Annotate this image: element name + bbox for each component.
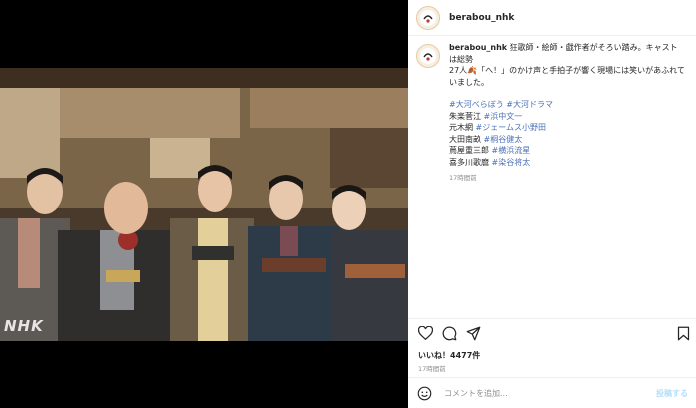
post-header: berabou_nhk	[408, 0, 696, 36]
caption-text: berabou_nhk 狂歌師・絵師・戯作者がそろい踏み。キャストは総勢 27人…	[449, 42, 685, 185]
credit-role: 蔦屋重三郎	[449, 146, 489, 155]
save-button[interactable]	[674, 324, 692, 342]
share-icon	[466, 326, 480, 340]
credit-actor-link[interactable]: #染谷将太	[492, 158, 531, 167]
like-count[interactable]: いいね！4477件	[418, 350, 480, 361]
credit-line: 元木網 #ジェームス小野田	[449, 122, 685, 134]
credit-role: 大田南畝	[449, 134, 481, 144]
caption-line-2: 27人🍂「へ！」のかけ声と手拍子が響く現場には笑いがあふれて	[449, 66, 685, 75]
credit-line: 喜多川歌麿 #染谷将太	[449, 157, 685, 169]
comment-input[interactable]	[444, 388, 656, 398]
like-button[interactable]	[416, 324, 434, 342]
comment-icon	[442, 326, 456, 340]
avatar[interactable]	[416, 5, 440, 30]
cast-photo-illustration	[0, 68, 408, 341]
bookmark-icon	[677, 326, 689, 340]
media-pane: NHK	[0, 0, 408, 408]
credit-actor-link[interactable]: #浜中文一	[484, 112, 523, 121]
hashtag-block: #大河べらぼう #大河ドラマ 朱楽菅江 #浜中文一 元木網 #ジェームス小野田 …	[449, 99, 685, 168]
nhk-watermark: NHK	[4, 317, 44, 335]
caption-username[interactable]: berabou_nhk	[449, 43, 507, 52]
profile-logo-icon	[420, 48, 436, 64]
post-sidebar: berabou_nhk berabou_nhk 狂歌師・絵師・戯作者がそろい踏み…	[408, 0, 696, 408]
profile-logo-icon	[420, 9, 436, 26]
caption-avatar[interactable]	[416, 44, 440, 68]
caption-area: berabou_nhk 狂歌師・絵師・戯作者がそろい踏み。キャストは総勢 27人…	[408, 42, 696, 185]
hashtag-link[interactable]: #大河べらぼう	[449, 100, 504, 109]
credit-actor-link[interactable]: #ジェームス小野田	[476, 123, 546, 132]
credit-actor-link[interactable]: #横浜流星	[492, 146, 531, 155]
caption-timestamp: 17時間前	[449, 174, 477, 182]
credit-actor-link[interactable]: #桐谷健太	[484, 135, 523, 144]
credit-role: 喜多川歌麿	[449, 157, 489, 167]
hashtag-link[interactable]: #大河ドラマ	[506, 100, 553, 109]
credit-line: 蔦屋重三郎 #横浜流星	[449, 145, 685, 157]
header-username[interactable]: berabou_nhk	[449, 13, 514, 23]
post-comment-button[interactable]: 投稿する	[656, 388, 688, 399]
post-photo[interactable]: NHK	[0, 68, 408, 341]
credit-role: 元木網	[449, 123, 473, 132]
credit-role: 朱楽菅江	[449, 111, 481, 121]
caption-line-3: いました。	[449, 77, 489, 87]
emoji-icon	[417, 386, 431, 400]
action-bar	[416, 324, 692, 342]
credit-line: 朱楽菅江 #浜中文一	[449, 111, 685, 123]
post-timestamp: 17時間前	[418, 365, 446, 373]
heart-icon	[417, 326, 433, 340]
emoji-button[interactable]	[416, 385, 432, 401]
share-button[interactable]	[464, 324, 482, 342]
divider	[408, 318, 696, 319]
credit-line: 大田南畝 #桐谷健太	[449, 134, 685, 146]
comment-bar: 投稿する	[408, 378, 696, 408]
comment-button[interactable]	[440, 324, 458, 342]
